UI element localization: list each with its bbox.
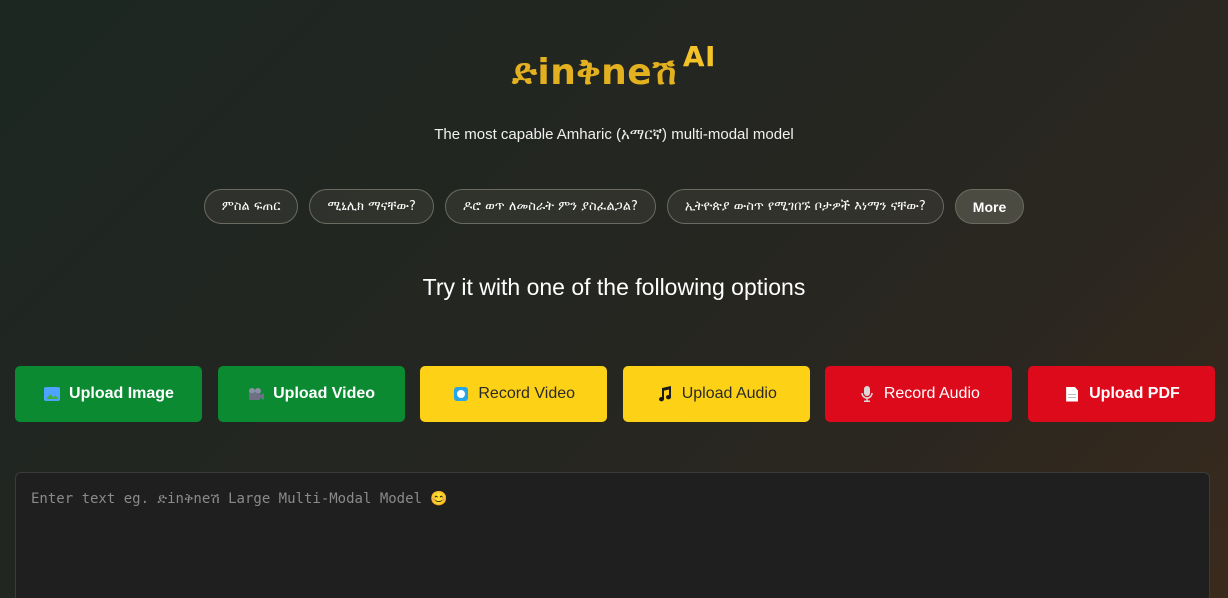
suggestion-chip-doro-wot[interactable]: ዶሮ ወጥ ለመስራት ምን ያስፈልጋል? [444,189,656,224]
app-title-text: ድinቅneሽ [512,52,677,93]
record-video-button[interactable]: Record Video [420,366,608,422]
options-heading: Try it with one of the following options [422,274,806,300]
upload-audio-label: Upload Audio [681,385,777,402]
suggestion-chip-create-image[interactable]: ምስል ፍጠር [203,189,299,224]
document-icon [1063,385,1081,403]
image-icon [43,385,61,403]
upload-image-label: Upload Image [69,385,174,402]
app-title-suffix: AI [682,40,716,73]
app-title: ድinቅneሽ AI [512,40,716,94]
record-icon [452,385,470,403]
upload-image-button[interactable]: Upload Image [15,366,202,422]
record-audio-label: Record Audio [883,385,980,402]
upload-pdf-label: Upload PDF [1089,385,1180,402]
prompt-input[interactable] [31,491,1194,593]
suggestion-chip-menelik[interactable]: ሚኒሊክ ማናቸው? [309,189,434,224]
header: ድinቅneሽ AI [0,40,1228,94]
prompt-input-container [15,472,1210,598]
upload-video-button[interactable]: Upload Video [217,366,405,422]
action-buttons: Upload Image Upload Video Record Video U… [15,366,1215,422]
app-subtitle: The most capable Amharic (አማርኛ) multi-mo… [434,126,794,143]
suggestion-chips: ምስል ፍጠር ሚኒሊክ ማናቸው? ዶሮ ወጥ ለመስራት ምን ያስፈልጋል… [0,189,1228,224]
suggestion-chip-ethiopia-places[interactable]: ኢትዮጵያ ውስጥ የሚገበኙ ቦታዎች እነማን ናቸው? [666,189,944,224]
record-audio-button[interactable]: Record Audio [825,366,1013,422]
upload-audio-button[interactable]: Upload Audio [622,366,810,422]
more-suggestions-button[interactable]: More [954,189,1025,224]
microphone-icon [858,385,876,403]
video-camera-icon [247,385,265,403]
upload-pdf-button[interactable]: Upload PDF [1027,366,1215,422]
record-video-label: Record Video [478,385,576,402]
music-note-icon [656,385,674,403]
upload-video-label: Upload Video [273,385,376,402]
